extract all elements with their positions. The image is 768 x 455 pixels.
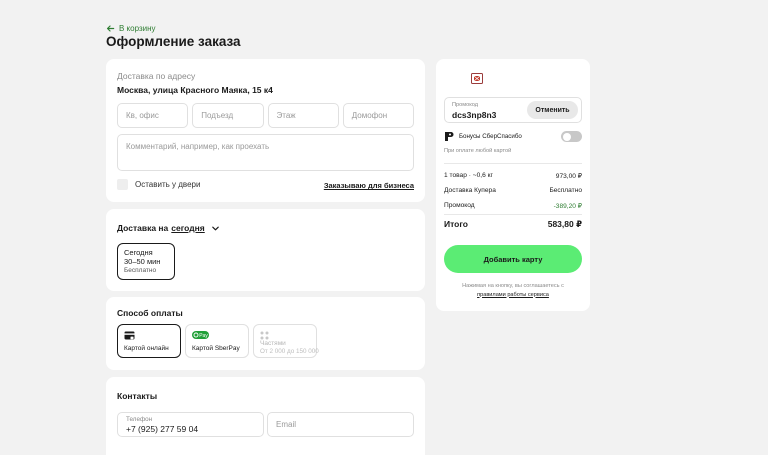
payment-option-card-online[interactable]: Картой онлайн (117, 324, 181, 358)
sberpay-badge-text: Pay (199, 333, 208, 339)
promo-discount-value: -389,20 ₽ (553, 203, 582, 210)
delivery-card: Доставка на сегодня Сегодня 30–50 мин Бе… (106, 209, 425, 291)
contacts-title: Контакты (117, 391, 158, 401)
promo-code-field[interactable]: Промокод dcs3np8n3 Отменить (444, 97, 582, 123)
address-label: Доставка по адресу (117, 71, 196, 81)
slot-time: 30–50 мин (124, 257, 161, 267)
floor-input[interactable]: Этаж (267, 103, 339, 128)
back-to-cart-link[interactable]: В корзину (106, 24, 156, 33)
email-field[interactable]: Email (267, 412, 414, 437)
arrow-left-icon (106, 25, 115, 32)
payment-option-sub: От 2 000 до 150 000 (260, 348, 319, 355)
payment-option-sberpay[interactable]: Pay Картой SberPay (185, 324, 249, 358)
back-to-cart-label: В корзину (119, 24, 156, 33)
promo-code-label: Промокод (452, 102, 478, 108)
chevron-down-icon[interactable] (211, 224, 220, 233)
phone-value[interactable]: +7 (925) 277 59 04 (126, 424, 255, 434)
address-value[interactable]: Москва, улица Красного Маяка, 15 к4 (117, 85, 273, 95)
delivery-value: Бесплатно (549, 187, 582, 194)
total-label: Итого (444, 219, 468, 229)
bonus-note: При оплате любой картой (444, 148, 512, 154)
payment-option-label: Частями (260, 340, 286, 347)
phone-field[interactable]: Телефон +7 (925) 277 59 04 (117, 412, 264, 437)
slot-day: Сегодня (124, 248, 153, 257)
promo-discount-label: Промокод (444, 202, 475, 209)
bonus-toggle[interactable] (561, 131, 582, 142)
order-summary-card: Промокод dcs3np8n3 Отменить Бонусы СберС… (436, 59, 590, 311)
business-order-link[interactable]: Заказываю для бизнеса (324, 181, 414, 190)
page-title: Оформление заказа (106, 34, 241, 49)
summary-row-promo: Промокод -389,20 ₽ (444, 202, 582, 210)
payment-option-label: Картой онлайн (124, 345, 169, 352)
summary-divider (444, 163, 582, 164)
delivery-slot-today[interactable]: Сегодня 30–50 мин Бесплатно (117, 243, 175, 280)
delivery-title-prefix: Доставка на (117, 223, 169, 233)
intercom-input[interactable]: Домофон (342, 103, 414, 128)
leave-at-door-option[interactable]: Оставить у двери (117, 179, 200, 190)
payment-card: Способ оплаты Картой онлайн Pay Картой S… (106, 297, 425, 370)
card-icon (124, 331, 135, 340)
bonus-row: Бонусы СберСпасибо (444, 131, 582, 142)
payment-options: Картой онлайн Pay Картой SberPay Частями… (117, 324, 319, 358)
sberspasibo-icon (445, 132, 454, 141)
address-card: Доставка по адресу Москва, улица Красног… (106, 59, 425, 202)
cancel-promo-button[interactable]: Отменить (527, 101, 578, 119)
comment-textarea[interactable]: Комментарий, например, как проехать (117, 134, 414, 171)
summary-divider (444, 214, 582, 215)
delivery-day[interactable]: сегодня (171, 223, 204, 233)
payment-option-label: Картой SberPay (192, 345, 240, 352)
bonus-label: Бонусы СберСпасибо (459, 133, 522, 140)
add-card-button[interactable]: Добавить карту (444, 245, 582, 273)
contacts-card: Контакты Телефон +7 (925) 277 59 04 Emai… (106, 377, 425, 455)
phone-label: Телефон (126, 416, 153, 423)
slot-price: Бесплатно (124, 266, 157, 274)
total-value: 583,80 ₽ (547, 219, 582, 229)
summary-row-delivery: Доставка Купера Бесплатно (444, 187, 582, 194)
delivery-label: Доставка Купера (444, 187, 496, 194)
terms-text: Нажимая на кнопку, вы соглашаетесь с (462, 283, 564, 289)
terms-note: Нажимая на кнопку, вы соглашаетесь с пра… (436, 282, 590, 299)
leave-at-door-label: Оставить у двери (135, 180, 201, 189)
store-logo-icon (471, 73, 483, 84)
installments-icon (260, 331, 269, 340)
terms-link[interactable]: правилами работы сервиса (436, 291, 590, 300)
payment-option-installments[interactable]: Частями От 2 000 до 150 000 (253, 324, 319, 358)
items-label: 1 товар · ~0,6 кг (444, 172, 493, 179)
payment-title: Способ оплаты (117, 308, 183, 318)
entrance-input[interactable]: Подъезд (192, 103, 264, 128)
delivery-day-selector[interactable]: Доставка на сегодня (117, 223, 220, 233)
summary-total-row: Итого 583,80 ₽ (444, 219, 582, 230)
address-details-row: Кв, офис Подъезд Этаж Домофон (117, 103, 414, 128)
items-value: 973,00 ₽ (555, 173, 582, 180)
apartment-input[interactable]: Кв, офис (117, 103, 189, 128)
leave-at-door-checkbox[interactable] (117, 179, 128, 190)
promo-code-value[interactable]: dcs3np8n3 (452, 110, 496, 120)
summary-row-items: 1 товар · ~0,6 кг 973,00 ₽ (444, 172, 582, 180)
sberpay-icon: Pay (192, 331, 209, 339)
